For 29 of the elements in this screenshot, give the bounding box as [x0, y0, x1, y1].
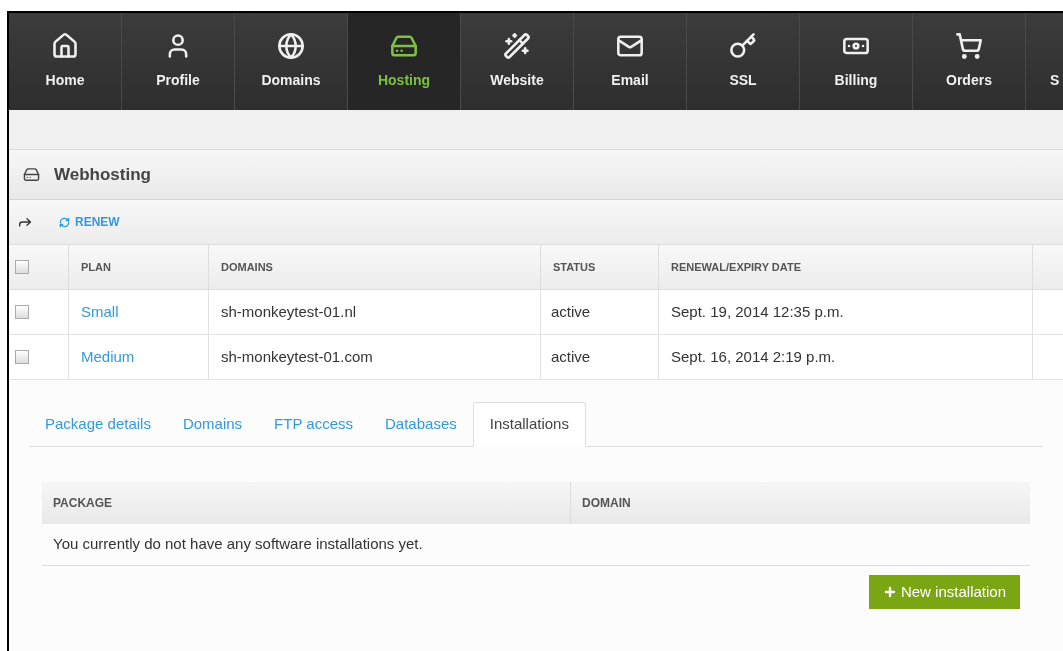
- key-icon: [729, 32, 757, 60]
- checkbox[interactable]: [15, 350, 29, 364]
- table-cell-text: active: [551, 301, 591, 322]
- table-cell-text: sh-monkeytest-01.com: [221, 346, 373, 367]
- column-header: PLAN: [81, 259, 111, 275]
- cart-icon: [955, 32, 983, 60]
- mail-icon: [616, 32, 644, 60]
- column-header: RENEWAL/EXPIRY DATE: [671, 259, 801, 275]
- magic-wand-icon: [503, 32, 531, 60]
- tab[interactable]: Installations: [472, 402, 586, 447]
- drive-icon: [390, 32, 418, 60]
- plus-icon: [882, 585, 897, 599]
- empty-message: You currently do not have any software installations yet.: [53, 534, 423, 555]
- column-header: PACKAGE: [53, 495, 113, 512]
- checkbox[interactable]: [15, 260, 29, 274]
- column-header: DOMAINS: [221, 259, 273, 275]
- panel-title: Webhosting: [54, 163, 151, 186]
- table-cell-text: active: [551, 346, 591, 367]
- home-icon: [51, 32, 79, 60]
- drive-icon: [23, 166, 40, 183]
- table-cell-text: sh-monkeytest-01.nl: [221, 301, 357, 322]
- checkbox[interactable]: [15, 305, 29, 319]
- column-header: STATUS: [553, 259, 596, 275]
- table-cell-text: Sept. 19, 2014 12:35 p.m.: [671, 301, 844, 322]
- globe-icon: [277, 32, 305, 60]
- table-cell-text: Sept. 16, 2014 2:19 p.m.: [671, 346, 836, 367]
- refresh-icon: [59, 216, 70, 228]
- column-header: DOMAIN: [582, 495, 631, 512]
- nav-tab[interactable]: Hosting: [348, 13, 461, 110]
